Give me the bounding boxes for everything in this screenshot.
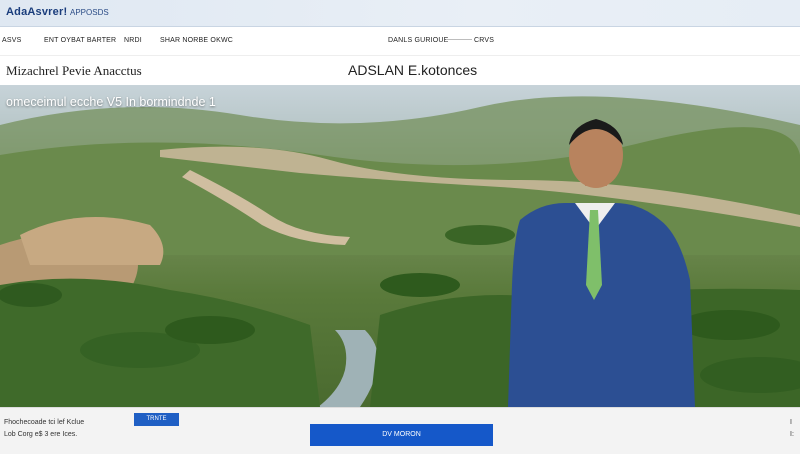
nav-item-4[interactable]: SHAR NORBE OKWC (160, 37, 233, 44)
nav-item-5[interactable]: DANLS GURIOUE (388, 37, 449, 44)
hero-caption: omeceimul ecche V5 In bormindnde 1 (6, 95, 216, 109)
brand-subtitle: APPOSDS (70, 8, 109, 17)
title-row: Mizachrel Pevie Anacctus ADSLAN E.kotonc… (0, 55, 800, 85)
brand-bar: AdaAsvrer! APPOSDS (0, 0, 800, 27)
footer-text-2: Lob Corg e$ 3 ere Ices. (4, 431, 78, 438)
hero-illustration (0, 96, 800, 407)
nav-item-6[interactable]: CRVS (474, 37, 494, 44)
brand-logo[interactable]: AdaAsvrer! (6, 6, 67, 18)
nav-divider (446, 39, 472, 40)
footer-right-text-1: I (790, 419, 792, 426)
footer-bar: Fhochecoade tci lef Kclue Lob Corg e$ 3 … (0, 407, 800, 454)
nav-item-2[interactable]: ENT OYBAT BARTER (44, 37, 116, 44)
footer-right-text-2: I: (790, 431, 794, 438)
nav-item-1[interactable]: ASVS (2, 37, 21, 44)
primary-action-button[interactable]: DV MORON (310, 424, 493, 446)
section-title: Mizachrel Pevie Anacctus (6, 63, 142, 78)
footer-text-1: Fhochecoade tci lef Kclue (4, 419, 85, 426)
nav-item-3[interactable]: NRDI (124, 37, 142, 44)
small-action-button[interactable]: TRNTE (134, 413, 179, 426)
hero-image: omeceimul ecche V5 In bormindnde 1 (0, 85, 800, 407)
page-title: ADSLAN E.kotonces (348, 62, 478, 78)
top-navigation: ASVS ENT OYBAT BARTER NRDI SHAR NORBE OK… (0, 27, 800, 55)
